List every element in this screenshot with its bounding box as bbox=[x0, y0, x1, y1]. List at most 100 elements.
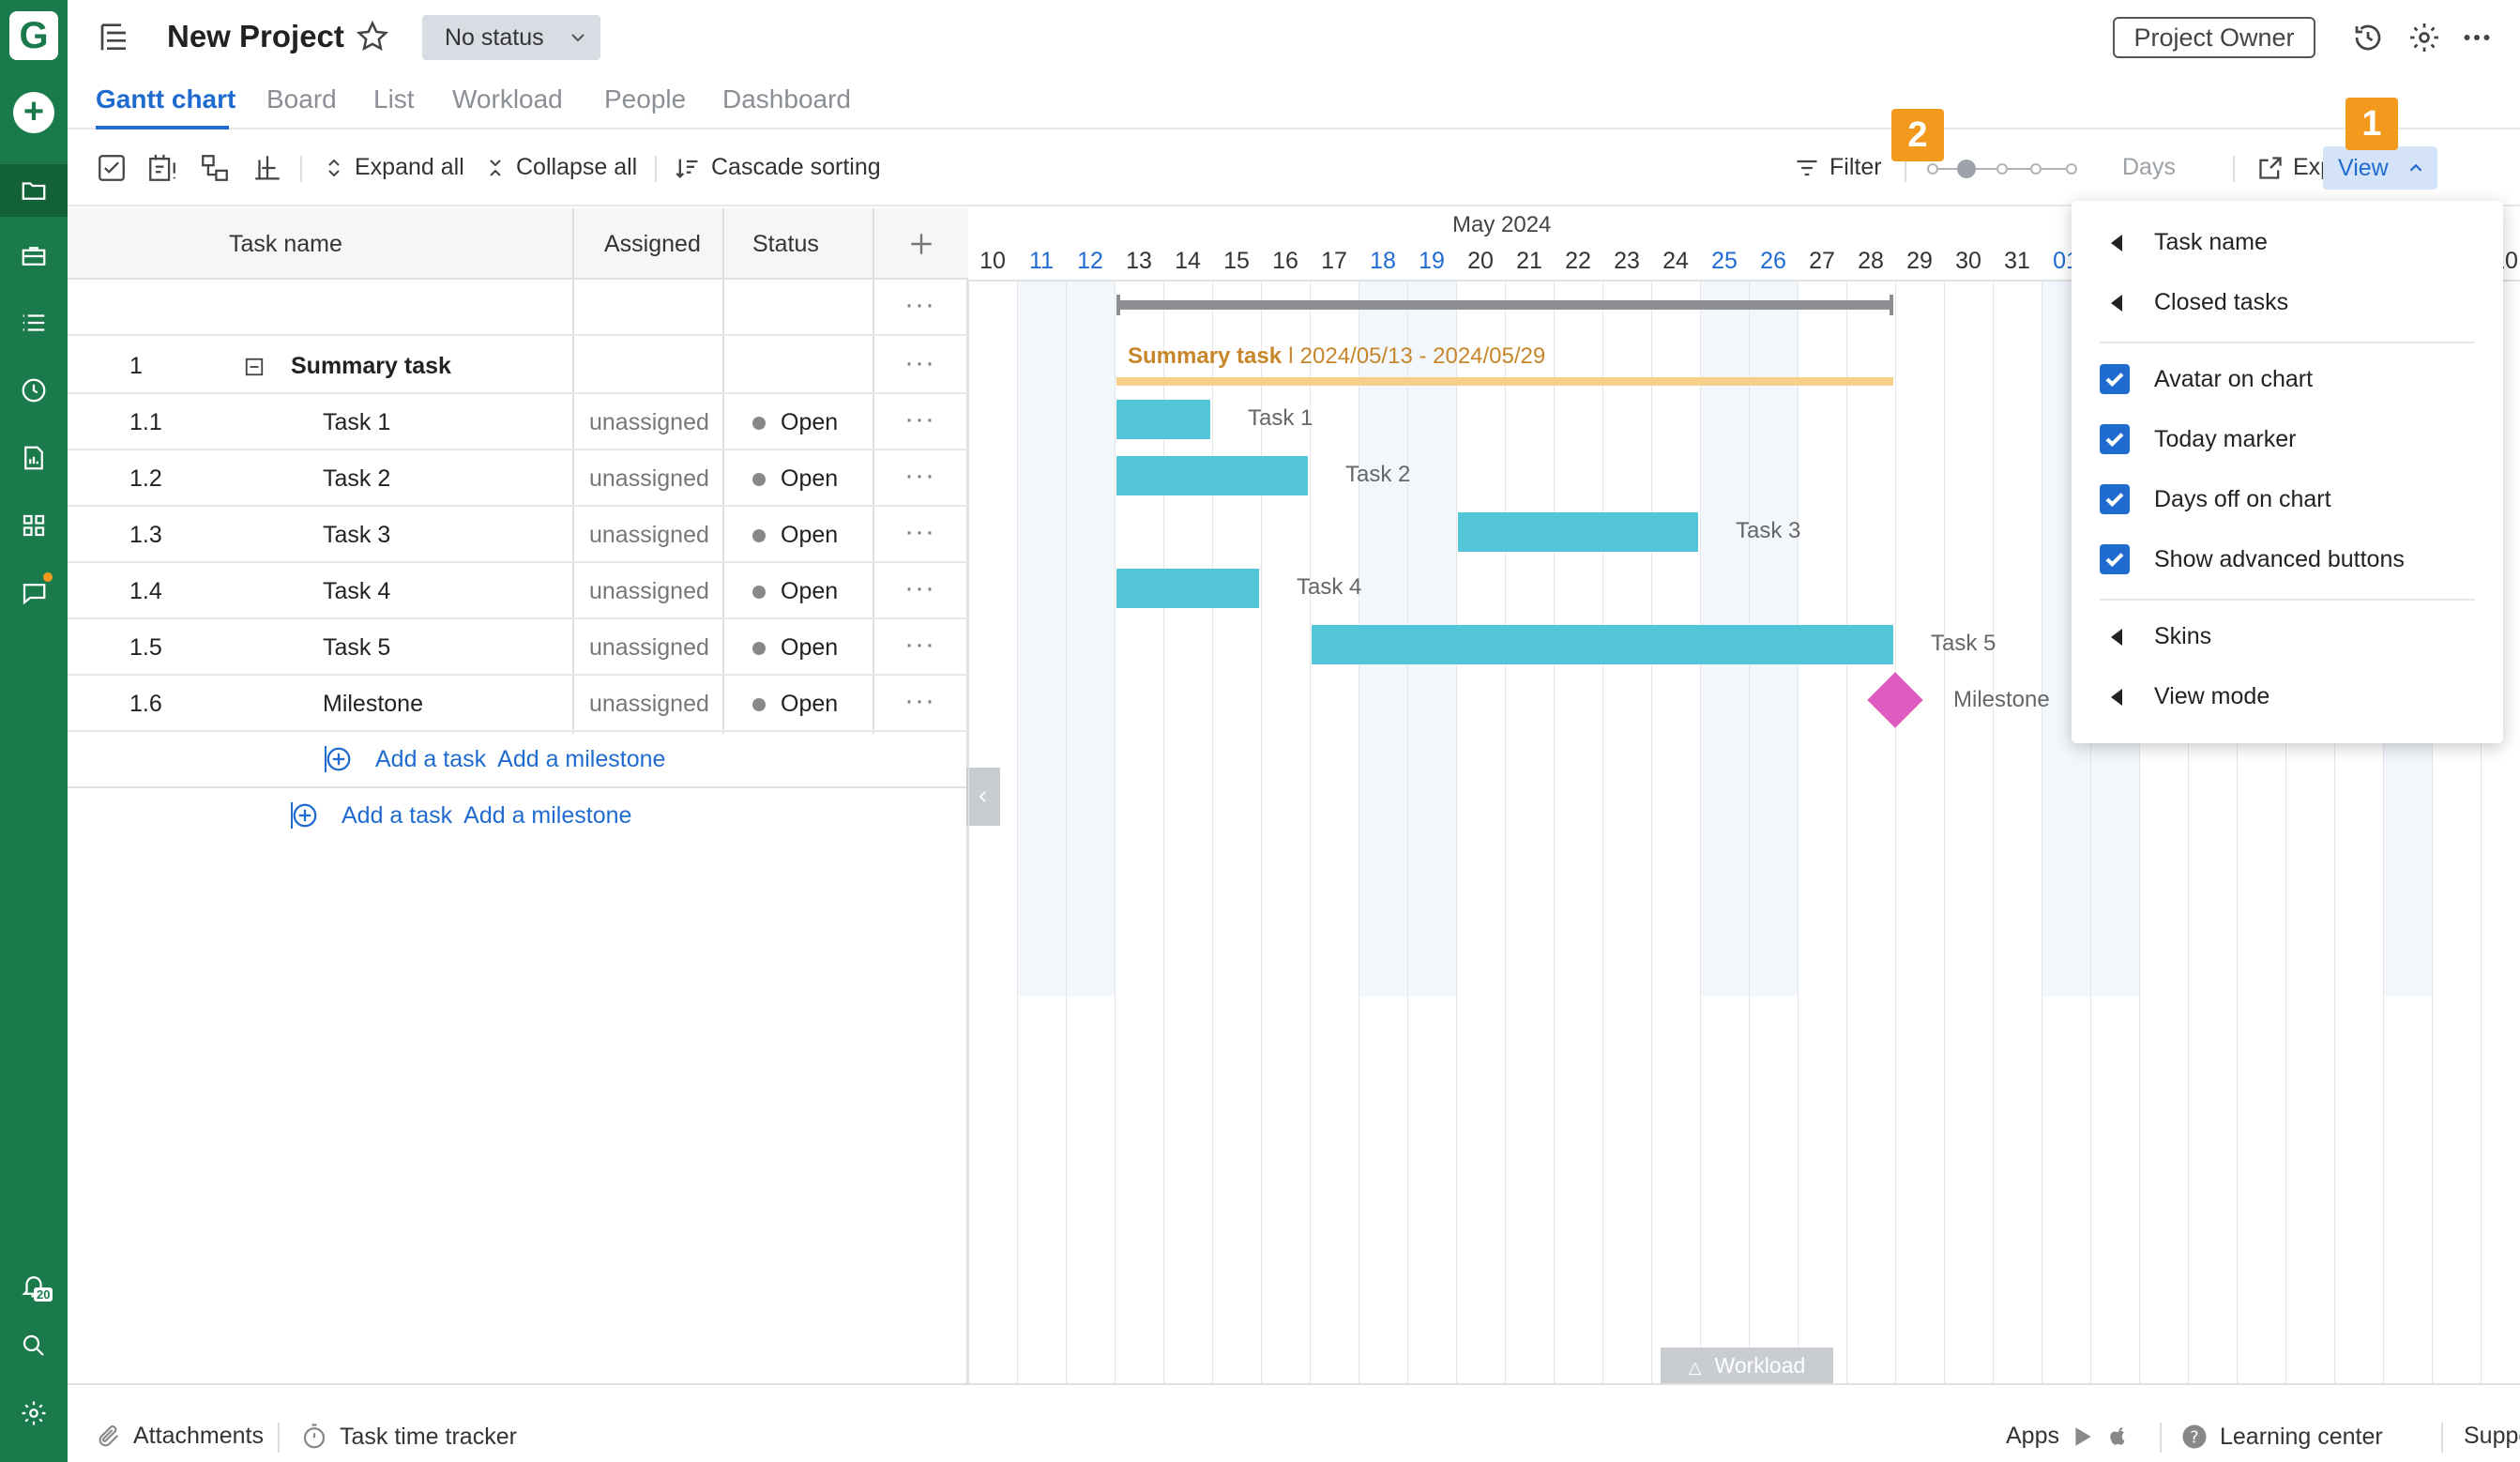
briefcase-icon[interactable] bbox=[0, 230, 68, 282]
add-milestone-link[interactable]: Add a milestone bbox=[497, 746, 665, 773]
table-row[interactable]: 1.4 Task 4 unassigned Open ··· bbox=[68, 563, 968, 619]
table-row[interactable]: 1.3 Task 3 unassigned Open ··· bbox=[68, 507, 968, 563]
row-status[interactable]: Open bbox=[752, 578, 838, 605]
table-row[interactable]: 1.1 Task 1 unassigned Open ··· bbox=[68, 394, 968, 450]
apple-icon[interactable] bbox=[2106, 1424, 2131, 1449]
report-icon[interactable] bbox=[0, 432, 68, 484]
add-circle-icon[interactable] bbox=[291, 801, 319, 830]
workload-panel-toggle[interactable]: △ Workload bbox=[1661, 1348, 1833, 1383]
row-status[interactable]: Open bbox=[752, 522, 838, 549]
row-assigned[interactable]: unassigned bbox=[589, 634, 709, 662]
collapse-square-icon[interactable] bbox=[244, 357, 265, 377]
tab-dashboard[interactable]: Dashboard bbox=[722, 84, 851, 114]
row-assigned[interactable]: unassigned bbox=[589, 465, 709, 493]
checkbox-checked-icon[interactable] bbox=[2100, 484, 2130, 514]
menu-item-task-name[interactable]: Task name bbox=[2072, 212, 2503, 272]
apps-link[interactable]: Apps bbox=[2006, 1423, 2131, 1450]
task-bar[interactable] bbox=[1116, 456, 1308, 495]
row-assigned[interactable]: unassigned bbox=[589, 578, 709, 605]
attachments-button[interactable]: Attachments bbox=[96, 1423, 264, 1450]
add-icon[interactable]: + bbox=[13, 92, 54, 133]
column-status[interactable]: Status bbox=[752, 231, 819, 258]
folder-icon[interactable] bbox=[0, 164, 68, 217]
list-icon[interactable] bbox=[0, 297, 68, 349]
apps-icon[interactable] bbox=[0, 499, 68, 552]
checkbox-checked-icon[interactable] bbox=[2100, 544, 2130, 574]
learning-center-link[interactable]: ? Learning center bbox=[2180, 1423, 2383, 1451]
task-bar[interactable] bbox=[1312, 625, 1893, 664]
expand-all-button[interactable]: Expand all bbox=[323, 154, 464, 181]
tab-workload[interactable]: Workload bbox=[452, 84, 563, 114]
tab-gantt-chart[interactable]: Gantt chart bbox=[96, 84, 235, 114]
task-bar[interactable] bbox=[1116, 400, 1210, 439]
row-menu-icon[interactable]: ··· bbox=[904, 347, 935, 379]
add-task-link[interactable]: Add a task bbox=[342, 802, 452, 830]
settings-icon[interactable] bbox=[2407, 21, 2441, 54]
checkbox-checked-icon[interactable] bbox=[2100, 424, 2130, 454]
add-circle-icon[interactable] bbox=[325, 745, 353, 773]
menu-item-closed-tasks[interactable]: Closed tasks bbox=[2072, 272, 2503, 332]
star-icon[interactable] bbox=[355, 19, 390, 54]
bell-icon[interactable] bbox=[0, 1259, 68, 1312]
tab-list[interactable]: List bbox=[373, 84, 415, 114]
app-logo[interactable]: G bbox=[9, 11, 58, 60]
milestone-diamond[interactable] bbox=[1867, 672, 1923, 728]
filter-button[interactable]: Filter bbox=[1794, 154, 1882, 181]
row-assigned[interactable]: unassigned bbox=[589, 522, 709, 549]
more-icon[interactable] bbox=[2460, 21, 2494, 54]
collapse-all-button[interactable]: Collapse all bbox=[484, 154, 637, 181]
summary-task-bar[interactable] bbox=[1116, 377, 1893, 386]
gear-icon[interactable] bbox=[0, 1387, 68, 1439]
add-task-link[interactable]: Add a task bbox=[375, 746, 486, 773]
play-store-icon[interactable] bbox=[2071, 1424, 2095, 1449]
menu-item-today-marker[interactable]: Today marker bbox=[2072, 409, 2503, 469]
row-assigned[interactable]: unassigned bbox=[589, 409, 709, 436]
add-column-icon[interactable] bbox=[906, 229, 936, 259]
menu-item-show-advanced-buttons[interactable]: Show advanced buttons bbox=[2072, 529, 2503, 589]
clock-icon[interactable] bbox=[0, 364, 68, 417]
menu-item-avatar-on-chart[interactable]: Avatar on chart bbox=[2072, 349, 2503, 409]
task-bar[interactable] bbox=[1458, 512, 1698, 552]
tab-board[interactable]: Board bbox=[266, 84, 337, 114]
history-icon[interactable] bbox=[2351, 21, 2385, 54]
menu-item-skins[interactable]: Skins bbox=[2072, 606, 2503, 666]
view-button[interactable]: View bbox=[2323, 146, 2437, 190]
chat-icon[interactable] bbox=[0, 567, 68, 619]
baseline-icon[interactable] bbox=[251, 152, 283, 184]
row-menu-icon[interactable]: ··· bbox=[904, 572, 935, 604]
row-menu-icon[interactable]: ··· bbox=[904, 516, 935, 548]
search-icon[interactable] bbox=[0, 1319, 68, 1372]
task-bar[interactable] bbox=[1116, 569, 1259, 608]
row-status[interactable]: Open bbox=[752, 634, 838, 662]
status-dropdown[interactable]: No status bbox=[422, 15, 600, 60]
row-menu-icon[interactable]: ··· bbox=[904, 404, 935, 435]
row-menu-icon[interactable]: ··· bbox=[904, 460, 935, 492]
support-link[interactable]: Support bbox=[2421, 1423, 2520, 1450]
table-row[interactable]: 1.6 Milestone unassigned Open ··· bbox=[68, 676, 968, 732]
cascade-sorting-button[interactable]: Cascade sorting bbox=[674, 154, 881, 181]
select-checkbox-icon[interactable] bbox=[96, 152, 128, 184]
row-status[interactable]: Open bbox=[752, 409, 838, 436]
row-assigned[interactable]: unassigned bbox=[589, 691, 709, 718]
row-menu-icon[interactable]: ··· bbox=[904, 629, 935, 661]
table-row[interactable]: 1.5 Task 5 unassigned Open ··· bbox=[68, 619, 968, 676]
time-tracker-button[interactable]: Task time tracker bbox=[300, 1423, 517, 1451]
page-title[interactable]: New Project bbox=[167, 19, 344, 54]
critical-path-icon[interactable] bbox=[146, 152, 178, 184]
row-menu-icon[interactable]: ··· bbox=[904, 685, 935, 717]
tab-people[interactable]: People bbox=[604, 84, 686, 114]
row-status[interactable]: Open bbox=[752, 691, 838, 718]
menu-item-view-mode[interactable]: View mode bbox=[2072, 666, 2503, 726]
dependencies-icon[interactable] bbox=[199, 152, 231, 184]
zoom-slider[interactable] bbox=[1927, 158, 2077, 180]
table-row-empty[interactable]: ··· bbox=[68, 280, 968, 336]
row-menu-icon[interactable]: ··· bbox=[904, 289, 935, 321]
column-assigned[interactable]: Assigned bbox=[604, 231, 701, 258]
table-row-summary[interactable]: 1 Summary task ··· bbox=[68, 338, 968, 394]
column-task-name[interactable]: Task name bbox=[229, 231, 342, 258]
table-row[interactable]: 1.2 Task 2 unassigned Open ··· bbox=[68, 450, 968, 507]
add-milestone-link[interactable]: Add a milestone bbox=[463, 802, 631, 830]
checkbox-checked-icon[interactable] bbox=[2100, 364, 2130, 394]
menu-item-days-off-on-chart[interactable]: Days off on chart bbox=[2072, 469, 2503, 529]
row-status[interactable]: Open bbox=[752, 465, 838, 493]
